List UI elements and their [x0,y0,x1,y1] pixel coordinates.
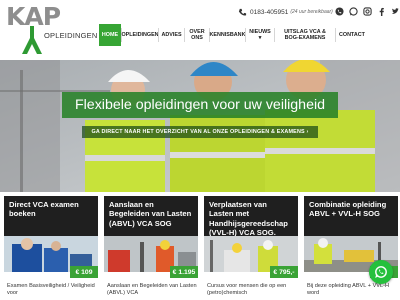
main-nav: HOME OPLEIDINGEN ADVIES OVER ONS KENNISB… [99,24,368,46]
course-title[interactable]: Direct VCA examen boeken [9,200,93,219]
course-card-header: Aanslaan en Begeleiden van Lasten (ABVL)… [104,196,198,236]
course-card-header: Verplaatsen van Lasten met Handhijsgeree… [204,196,298,238]
course-card-combinatie[interactable]: Combinatie opleiding ABVL + VVL-H SOG € … [304,196,398,300]
all-courses-link-label: GA DIRECT NAAR HET OVERZICHT VAN AL ONZE… [91,129,309,135]
hero-title: Flexibele opleidingen voor uw veiligheid [74,97,325,113]
instagram-icon[interactable] [362,6,372,16]
nav-item-opleidingen[interactable]: OPLEIDINGEN [121,24,158,46]
price-tag: € 795,- [270,266,298,278]
whatsapp-icon[interactable] [348,6,358,16]
price-tag: € 109 [70,266,98,278]
course-title[interactable]: Aanslaan en Begeleiden van Lasten (ABVL)… [109,200,193,228]
course-title[interactable]: Verplaatsen van Lasten met Handhijsgeree… [209,200,293,238]
nav-item-nieuws[interactable]: NIEUWS ▾ [246,24,274,46]
kap-opleidingen-logo[interactable]: KAP OPLEIDINGEN [6,4,101,56]
nav-item-contact[interactable]: CONTACT [336,24,368,46]
nav-item-over-ons[interactable]: OVER ONS [185,24,209,46]
all-courses-link[interactable]: GA DIRECT NAAR HET OVERZICHT VAN AL ONZE… [82,126,318,138]
hero-banner: Flexibele opleidingen voor uw veiligheid… [0,60,400,192]
course-description: Aanslaan en Begeleiden van Lasten (ABVL)… [107,283,197,296]
course-description: Bij deze opleiding ABVL + VVL-H word [307,283,390,296]
whatsapp-icon [375,266,387,278]
social-links [334,6,400,16]
whatsapp-chat-button[interactable] [369,260,393,284]
course-card-vca-exam[interactable]: Direct VCA examen boeken € 109 Examen Ba… [4,196,98,300]
phone-icon [238,8,247,15]
nav-item-advies[interactable]: ADVIES [159,24,184,46]
course-card-abvl[interactable]: Aanslaan en Begeleiden van Lasten (ABVL)… [104,196,198,300]
site-header: KAP OPLEIDINGEN 0183-405951 (24 uur bere… [0,0,400,60]
nav-item-uitslag-examens[interactable]: UITSLAG VCA & BOG-EXAMENS [275,24,335,46]
course-description: Cursus voor mensen die op een (petro)che… [207,283,287,296]
course-card-vvl-h[interactable]: Verplaatsen van Lasten met Handhijsgeree… [204,196,298,300]
logo-mark-icon [22,26,42,54]
course-description: Examen Basisveiligheid / Veiligheid voor [7,283,95,296]
course-card-header: Direct VCA examen boeken [4,196,98,236]
phone-availability: (24 uur bereikbaar) [290,9,333,15]
nav-item-home[interactable]: HOME [99,24,121,46]
twitter-icon[interactable] [390,6,400,16]
contact-bar: 0183-405951 (24 uur bereikbaar) [238,6,333,18]
phone-number[interactable]: 0183-405951 [250,9,288,16]
course-card-header: Combinatie opleiding ABVL + VVL-H SOG [304,196,398,236]
phone-icon[interactable] [334,6,344,16]
course-title[interactable]: Combinatie opleiding ABVL + VVL-H SOG [309,200,393,219]
nav-item-kennisbank[interactable]: KENNISBANK [210,24,246,46]
course-cards: Direct VCA examen boeken € 109 Examen Ba… [0,192,400,300]
logo-word: OPLEIDINGEN [44,31,98,40]
hero-title-bar: Flexibele opleidingen voor uw veiligheid [62,92,338,118]
facebook-icon[interactable] [376,6,386,16]
price-tag: € 1.195 [170,266,198,278]
